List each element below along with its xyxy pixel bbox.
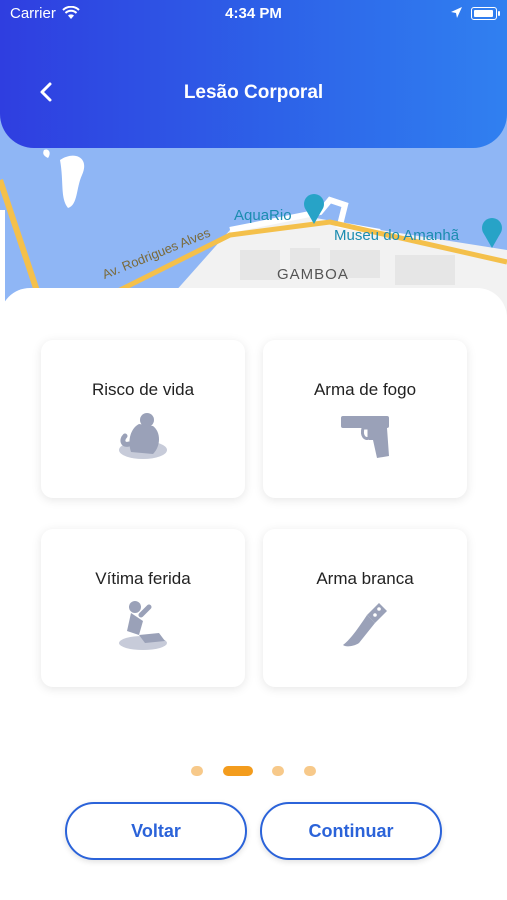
- option-label: Risco de vida: [91, 380, 195, 399]
- page-dot-active[interactable]: [223, 766, 253, 776]
- knife-icon: [343, 603, 387, 647]
- back-button[interactable]: Voltar: [65, 802, 247, 860]
- battery-icon: [471, 7, 497, 20]
- option-label: Vítima ferida: [95, 569, 191, 588]
- option-label: Arma de fogo: [313, 380, 417, 399]
- options-sheet: Risco de vida Arma de fogo Vítima ferida…: [0, 288, 507, 900]
- person-at-risk-icon: [119, 413, 167, 459]
- location-arrow-icon: [451, 7, 462, 18]
- option-card-arma-de-fogo[interactable]: Arma de fogo: [263, 340, 467, 498]
- option-card-arma-branca[interactable]: Arma branca: [263, 529, 467, 687]
- battery-cap: [498, 11, 500, 16]
- pistol-icon: [341, 416, 389, 458]
- continue-button[interactable]: Continuar: [260, 802, 442, 860]
- option-card-vitima-ferida[interactable]: Vítima ferida: [41, 529, 245, 687]
- page-title: Lesão Corporal: [183, 82, 324, 103]
- option-card-risco-de-vida[interactable]: Risco de vida: [41, 340, 245, 498]
- map-label-aquario: AquaRio: [234, 207, 292, 224]
- injured-person-icon: [119, 601, 167, 650]
- option-label: Arma branca: [316, 569, 414, 588]
- pagination-dots: [0, 766, 507, 778]
- page-dot[interactable]: [272, 766, 284, 776]
- page-dot[interactable]: [304, 766, 316, 776]
- page-dot[interactable]: [191, 766, 203, 776]
- status-time: 4:34 PM: [225, 5, 282, 22]
- map-label-district: GAMBOA: [277, 266, 349, 283]
- map-label-museu: Museu do Amanhã: [334, 227, 460, 244]
- status-bar: Carrier 4:34 PM: [0, 0, 507, 28]
